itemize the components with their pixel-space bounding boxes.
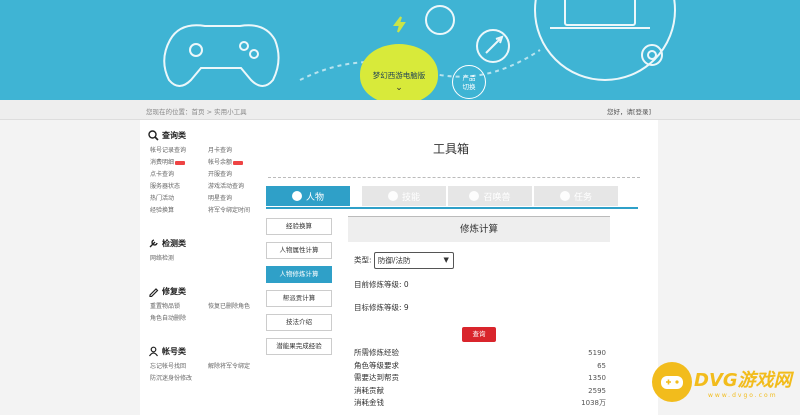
sidebar-link[interactable]: 点卡查询 xyxy=(150,169,208,178)
calc-btn-guild[interactable]: 帮派贡计算 xyxy=(266,290,332,307)
current-level-input[interactable]: 0 xyxy=(404,280,409,289)
tab-underline xyxy=(266,207,638,209)
type-label: 类型: xyxy=(354,255,372,265)
sidebar-section-query: 查询类 帐号记录查询 月卡查询 消费明细 帐号余额 点卡查询 开服查询 服务器状… xyxy=(140,120,258,214)
gamepad-icon xyxy=(163,24,280,87)
hot-badge xyxy=(233,160,244,165)
type-select[interactable]: 防御/法防 ▼ xyxy=(373,252,454,269)
type-row: 类型: 防御/法防 ▼ xyxy=(354,252,454,269)
divider xyxy=(268,177,640,178)
result-row: 消耗金钱 1038万 xyxy=(354,398,606,407)
sidebar-link[interactable]: 忘记帐号找回 xyxy=(150,361,208,370)
calc-btn-skill-intro[interactable]: 技法介绍 xyxy=(266,314,332,331)
chevron-down-icon: ▼ xyxy=(443,256,449,264)
sidebar: 查询类 帐号记录查询 月卡查询 消费明细 帐号余额 点卡查询 开服查询 服务器状… xyxy=(140,120,258,415)
watermark-url: www.dvgo.com xyxy=(708,392,778,399)
wrench-icon xyxy=(149,239,158,248)
tab-quests[interactable]: 任务 xyxy=(534,186,618,206)
sidebar-link[interactable]: 防沉迷身份修改 xyxy=(150,373,208,382)
lightning-icon xyxy=(393,16,406,33)
skill-icon xyxy=(387,191,398,201)
tab-summon[interactable]: 召唤兽 xyxy=(448,186,532,206)
target-level-input[interactable]: 9 xyxy=(404,303,409,312)
current-level-label: 目前修炼等级: xyxy=(354,280,402,289)
calc-btn-potential[interactable]: 潜能果完成经验 xyxy=(266,338,332,355)
breadcrumb[interactable]: 您现在的位置：首页 > 实用小工具 xyxy=(146,106,247,116)
lightbulb-icon xyxy=(425,5,455,35)
laptop-icon xyxy=(564,0,636,26)
tab-character[interactable]: 人物 xyxy=(266,186,350,206)
product-switch-button[interactable]: 产品 切换 xyxy=(452,65,486,99)
brand-label: 梦幻西游电脑版 xyxy=(372,71,426,80)
sidebar-section-account: 帐号类 忘记帐号找回 解除将军令绑定 防沉迷身份修改 xyxy=(140,336,258,382)
target-level-label: 目标修炼等级: xyxy=(354,303,402,312)
pencil-icon xyxy=(149,288,159,297)
calc-menu: 经验换算 人物属性计算 人物修炼计算 帮派贡计算 技法介绍 潜能果完成经验 xyxy=(266,218,334,362)
sidebar-link[interactable]: 网络检测 xyxy=(150,253,208,262)
sidebar-section-repair: 修复类 重置物品锁 恢复已删除角色 角色自动删除 xyxy=(140,276,258,322)
sidebar-link[interactable]: 帐号记录查询 xyxy=(150,145,208,154)
calc-btn-cultivation[interactable]: 人物修炼计算 xyxy=(266,266,332,283)
chevron-down-icon: ⌄ xyxy=(395,83,403,93)
panel-heading: 修炼计算 xyxy=(348,216,610,242)
sidebar-link[interactable]: 重置物品锁 xyxy=(150,301,208,310)
watermark: DVG游戏网 www.dvgo.com xyxy=(636,354,800,415)
result-row: 消耗贡献 2595 xyxy=(354,385,606,395)
calc-panel: 修炼计算 类型: 防御/法防 ▼ 目前修炼等级: 0 目标修炼等级: 9 查询 … xyxy=(348,216,610,415)
hot-badge xyxy=(175,160,186,165)
result-row: 需要达到帮贡 1350 xyxy=(354,373,606,382)
result-row: 角色等级要求 65 xyxy=(354,360,606,370)
page-title: 工具箱 xyxy=(433,142,470,156)
target-level-row: 目标修炼等级: 9 xyxy=(354,302,409,313)
quest-icon xyxy=(559,191,570,201)
sidebar-section-check: 检测类 网络检测 xyxy=(140,228,258,262)
sidebar-link-hot[interactable]: 消费明细 xyxy=(150,157,208,166)
watermark-text: DVG游戏网 xyxy=(694,370,792,391)
result-list: 所需修炼经验 5190 角色等级要求 65 需要达到帮贡 1350 消耗贡献 2… xyxy=(354,347,606,410)
result-row: 所需修炼经验 5190 xyxy=(354,348,606,357)
login-link[interactable]: 您好，请[登录] xyxy=(607,106,651,116)
section-title: 检测类 xyxy=(162,239,186,248)
main-content: 工具箱 人物 技能 召唤兽 任务 经验换算 人物属性计算 人物修炼计算 帮派贡计… xyxy=(258,120,658,415)
current-level-row: 目前修炼等级: 0 xyxy=(354,279,409,290)
top-strip: 您现在的位置：首页 > 实用小工具 您好，请[登录] xyxy=(0,100,800,120)
tab-skills[interactable]: 技能 xyxy=(362,186,446,206)
section-title: 修复类 xyxy=(162,287,186,296)
gamepad-logo-icon xyxy=(652,362,692,402)
section-title: 帐号类 xyxy=(162,347,186,356)
tab-bar: 人物 技能 召唤兽 任务 xyxy=(266,186,646,208)
query-button[interactable]: 查询 xyxy=(462,327,496,342)
magnifier-icon xyxy=(148,130,159,141)
sidebar-link[interactable]: 角色自动删除 xyxy=(150,313,208,322)
user-icon xyxy=(291,191,302,201)
sidebar-link[interactable]: 热门活动 xyxy=(150,193,208,202)
product-switch-badge[interactable]: 梦幻西游电脑版 ⌄ xyxy=(360,44,438,100)
user-icon xyxy=(149,346,158,357)
calc-btn-attr[interactable]: 人物属性计算 xyxy=(266,242,332,259)
header-banner: 梦幻西游电脑版 ⌄ 产品 切换 xyxy=(0,0,800,100)
sidebar-link[interactable]: 服务器状态 xyxy=(150,181,208,190)
sidebar-link[interactable]: 经验换算 xyxy=(150,205,208,214)
section-title: 查询类 xyxy=(162,131,186,140)
pet-icon xyxy=(469,191,480,201)
calc-btn-exp[interactable]: 经验换算 xyxy=(266,218,332,235)
